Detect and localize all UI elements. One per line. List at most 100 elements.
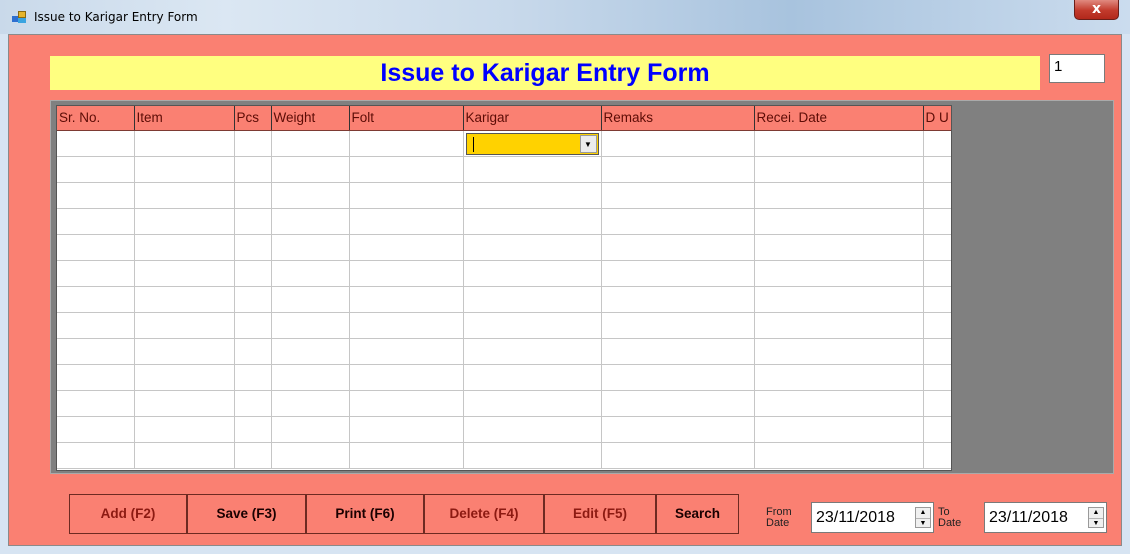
table-cell[interactable] — [923, 338, 951, 365]
table-cell[interactable] — [923, 390, 951, 417]
column-header-item[interactable]: Item — [134, 106, 235, 131]
table-cell[interactable] — [463, 260, 602, 287]
spin-up-icon[interactable]: ▲ — [1089, 508, 1103, 518]
table-row[interactable] — [57, 442, 951, 469]
table-cell[interactable] — [57, 156, 135, 183]
table-cell[interactable] — [754, 208, 924, 235]
table-cell[interactable] — [601, 338, 755, 365]
karigar-dropdown[interactable]: ▼ — [465, 132, 599, 155]
record-number-field[interactable]: 1 — [1049, 54, 1105, 83]
table-cell[interactable] — [923, 416, 951, 443]
table-row[interactable] — [57, 312, 951, 339]
table-cell[interactable] — [463, 234, 602, 261]
table-cell[interactable] — [754, 130, 924, 157]
edit-button[interactable]: Edit (F5) — [544, 494, 656, 534]
table-cell[interactable] — [234, 234, 272, 261]
column-header-weight[interactable]: Weight — [271, 106, 350, 131]
table-cell[interactable] — [754, 156, 924, 183]
table-cell[interactable] — [923, 130, 951, 157]
table-cell[interactable] — [463, 208, 602, 235]
table-cell[interactable] — [754, 338, 924, 365]
table-cell[interactable] — [754, 390, 924, 417]
table-cell[interactable]: ▼ — [463, 130, 602, 157]
table-cell[interactable] — [134, 338, 235, 365]
table-row[interactable]: ▼ — [57, 130, 951, 157]
table-cell[interactable] — [601, 182, 755, 209]
table-row[interactable] — [57, 156, 951, 183]
table-cell[interactable] — [271, 390, 350, 417]
save-button[interactable]: Save (F3) — [187, 494, 306, 534]
table-cell[interactable] — [349, 208, 464, 235]
table-cell[interactable] — [234, 338, 272, 365]
table-cell[interactable] — [601, 416, 755, 443]
table-cell[interactable] — [134, 260, 235, 287]
table-cell[interactable] — [134, 364, 235, 391]
table-cell[interactable] — [57, 260, 135, 287]
table-cell[interactable] — [57, 130, 135, 157]
table-cell[interactable] — [754, 182, 924, 209]
table-cell[interactable] — [923, 182, 951, 209]
table-cell[interactable] — [754, 364, 924, 391]
table-cell[interactable] — [134, 286, 235, 313]
to-date-spinner[interactable]: ▲ ▼ — [1088, 507, 1104, 528]
table-cell[interactable] — [234, 390, 272, 417]
table-row[interactable] — [57, 364, 951, 391]
table-cell[interactable] — [349, 312, 464, 339]
table-cell[interactable] — [601, 312, 755, 339]
table-cell[interactable] — [349, 156, 464, 183]
table-cell[interactable] — [754, 442, 924, 469]
table-cell[interactable] — [923, 442, 951, 469]
table-cell[interactable] — [271, 234, 350, 261]
table-cell[interactable] — [134, 390, 235, 417]
table-cell[interactable] — [601, 260, 755, 287]
column-header-karigar[interactable]: Karigar — [463, 106, 602, 131]
table-cell[interactable] — [57, 208, 135, 235]
search-button[interactable]: Search — [656, 494, 739, 534]
table-cell[interactable] — [754, 234, 924, 261]
table-cell[interactable] — [463, 390, 602, 417]
table-row[interactable] — [57, 416, 951, 443]
table-cell[interactable] — [349, 442, 464, 469]
column-header-pcs[interactable]: Pcs — [234, 106, 272, 131]
column-header-sr-no[interactable]: Sr. No. — [57, 106, 135, 131]
table-cell[interactable] — [463, 156, 602, 183]
table-cell[interactable] — [134, 156, 235, 183]
table-cell[interactable] — [271, 364, 350, 391]
table-cell[interactable] — [923, 260, 951, 287]
table-cell[interactable] — [57, 286, 135, 313]
table-cell[interactable] — [271, 208, 350, 235]
table-cell[interactable] — [923, 312, 951, 339]
table-row[interactable] — [57, 286, 951, 313]
column-header-remaks[interactable]: Remaks — [601, 106, 755, 131]
table-cell[interactable] — [271, 442, 350, 469]
table-cell[interactable] — [57, 234, 135, 261]
table-cell[interactable] — [57, 364, 135, 391]
table-cell[interactable] — [134, 208, 235, 235]
table-cell[interactable] — [271, 260, 350, 287]
table-cell[interactable] — [349, 364, 464, 391]
table-cell[interactable] — [234, 442, 272, 469]
table-cell[interactable] — [349, 260, 464, 287]
add-button[interactable]: Add (F2) — [69, 494, 187, 534]
table-cell[interactable] — [134, 416, 235, 443]
table-cell[interactable] — [271, 338, 350, 365]
close-button[interactable]: x — [1074, 0, 1119, 20]
table-cell[interactable] — [57, 416, 135, 443]
table-cell[interactable] — [463, 338, 602, 365]
table-cell[interactable] — [134, 312, 235, 339]
delete-button[interactable]: Delete (F4) — [424, 494, 544, 534]
table-cell[interactable] — [601, 364, 755, 391]
table-cell[interactable] — [271, 286, 350, 313]
table-cell[interactable] — [601, 208, 755, 235]
table-cell[interactable] — [463, 416, 602, 443]
table-cell[interactable] — [271, 312, 350, 339]
table-cell[interactable] — [923, 156, 951, 183]
table-cell[interactable] — [234, 416, 272, 443]
table-cell[interactable] — [601, 286, 755, 313]
table-cell[interactable] — [923, 234, 951, 261]
table-cell[interactable] — [754, 260, 924, 287]
table-cell[interactable] — [234, 208, 272, 235]
title-bar[interactable]: Issue to Karigar Entry Form x — [0, 0, 1130, 34]
to-date-picker[interactable]: 23/11/2018 ▲ ▼ — [984, 502, 1107, 533]
table-cell[interactable] — [923, 208, 951, 235]
